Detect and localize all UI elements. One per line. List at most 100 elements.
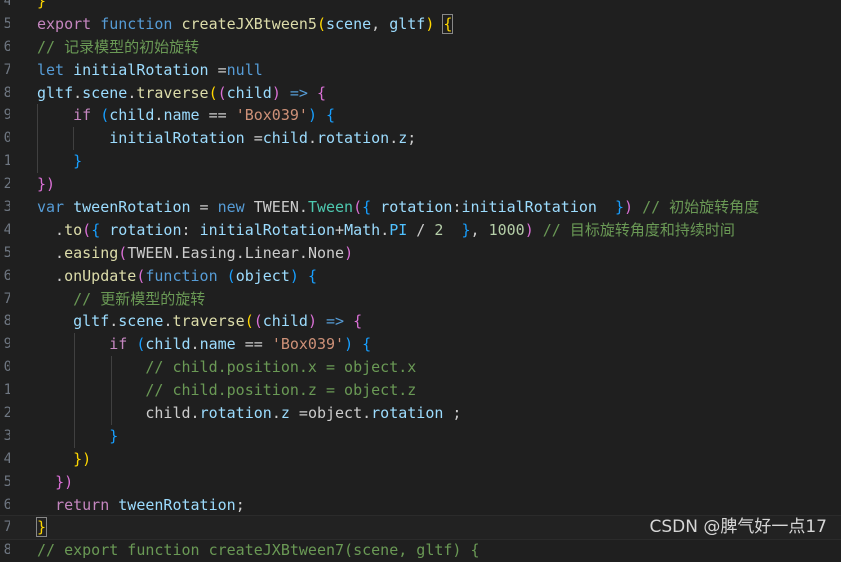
code-line[interactable]: 1 // child.position.z = object.z: [0, 379, 841, 403]
code-token: None: [307, 243, 345, 262]
code-token: PI: [389, 220, 408, 239]
code-line[interactable]: 0 initialRotation =child.rotation.z;: [0, 127, 841, 151]
line-number: 9: [3, 107, 10, 124]
code-token: ;: [235, 495, 245, 514]
code-token: easing: [64, 243, 119, 262]
code-line[interactable]: 3 var tweenRotation = new TWEEN.Tween({ r…: [0, 196, 841, 219]
code-token: z: [398, 129, 408, 148]
code-token: }: [109, 426, 119, 445]
line-number: 0: [3, 359, 10, 376]
code-token: .: [235, 243, 245, 262]
code-token: .: [172, 243, 182, 262]
code-token: .: [37, 220, 65, 239]
code-token: }): [55, 472, 74, 491]
line-number: 6: [3, 496, 10, 513]
code-line[interactable]: 8 // export function createJXBtween7(scen…: [0, 539, 841, 562]
code-token: Math: [344, 220, 381, 239]
code-token: .: [389, 129, 399, 148]
code-line[interactable]: 9 if (child.name == 'Box039') {: [0, 333, 841, 357]
code-token: (: [353, 198, 363, 217]
code-token: rotation: [371, 404, 444, 423]
code-line[interactable]: 1 }: [0, 150, 841, 174]
code-token: export: [37, 14, 92, 33]
code-token: (: [226, 266, 236, 285]
code-token: tweenRotation: [73, 198, 191, 217]
code-token: gltf: [389, 14, 426, 33]
code-token: }: [37, 0, 47, 10]
code-token: ,: [470, 220, 489, 239]
code-line[interactable]: 5 }): [0, 471, 841, 494]
code-token: }: [35, 517, 48, 538]
code-text: return tweenRotation;: [37, 494, 245, 517]
code-token: }: [461, 220, 471, 239]
code-token: 1000: [488, 220, 525, 239]
code-token: function: [100, 14, 173, 33]
code-token: // 记录模型的初始旋转: [37, 37, 200, 56]
code-token: {: [326, 106, 336, 125]
code-line[interactable]: 7 let initialRotation =null: [0, 59, 841, 82]
code-token: (: [316, 14, 326, 33]
code-line[interactable]: 4}: [0, 0, 841, 13]
code-line[interactable]: 8 gltf.scene.traverse((child) => {: [0, 82, 841, 105]
code-token: if: [73, 106, 92, 125]
code-token: 'Box039': [271, 335, 345, 354]
code-token: child: [226, 83, 272, 102]
code-line[interactable]: 4 .to({ rotation: initialRotation+Math.P…: [0, 219, 841, 242]
code-token: .: [109, 312, 119, 331]
code-line[interactable]: 4 }): [0, 448, 841, 471]
code-line[interactable]: 8 gltf.scene.traverse((child) => {: [0, 310, 841, 333]
code-line[interactable]: 0 // child.position.x = object.x: [0, 356, 841, 380]
code-token: =: [289, 404, 308, 423]
line-number: 3: [3, 199, 10, 216]
code-line[interactable]: 5 .easing(TWEEN.Easing.Linear.None): [0, 242, 841, 265]
code-text: if (child.name == 'Box039') {: [37, 333, 371, 356]
line-number: 2: [3, 176, 10, 193]
code-text: }: [37, 150, 82, 173]
line-number: 2: [3, 405, 10, 422]
code-line[interactable]: 2}): [0, 173, 841, 196]
code-token: }: [615, 198, 625, 217]
code-token: child: [145, 335, 191, 354]
code-token: (: [118, 243, 128, 262]
line-number: 3: [3, 427, 10, 444]
code-token: .: [298, 243, 308, 262]
code-line[interactable]: 6 // 记录模型的初始旋转: [0, 36, 841, 59]
code-token: {: [353, 312, 363, 331]
code-text: // export function createJXBtween7(scene…: [37, 539, 480, 562]
code-line[interactable]: 6 .onUpdate(function (object) {: [0, 265, 841, 288]
code-text: var tweenRotation = new TWEEN.Tween({ ro…: [37, 196, 759, 219]
code-editor[interactable]: 4} 5 export function createJXBtween5(scene…: [0, 0, 841, 562]
code-token: =: [190, 198, 218, 217]
code-token: child: [262, 312, 308, 331]
code-token: // 目标旋转角度和持续时间: [542, 220, 735, 239]
code-token: 'Box039': [235, 106, 308, 125]
code-token: (: [100, 106, 110, 125]
code-line[interactable]: 9 if (child.name == 'Box039') {: [0, 104, 841, 128]
code-token: (: [217, 83, 227, 102]
code-line[interactable]: 3 }: [0, 424, 841, 448]
code-line[interactable]: 2 child.rotation.z =object.rotation ;: [0, 402, 841, 425]
code-line[interactable]: 7 // 更新模型的旋转: [0, 288, 841, 311]
line-number: 1: [3, 153, 10, 170]
code-token: ): [524, 220, 534, 239]
code-token: scene: [82, 83, 128, 102]
code-token: .: [380, 220, 390, 239]
code-token: initialRotation: [109, 129, 245, 148]
code-token: ;: [407, 129, 417, 148]
line-number: 6: [3, 267, 10, 284]
code-line[interactable]: 5 export function createJXBtween5(scene, …: [0, 13, 841, 36]
code-token: .: [37, 266, 65, 285]
